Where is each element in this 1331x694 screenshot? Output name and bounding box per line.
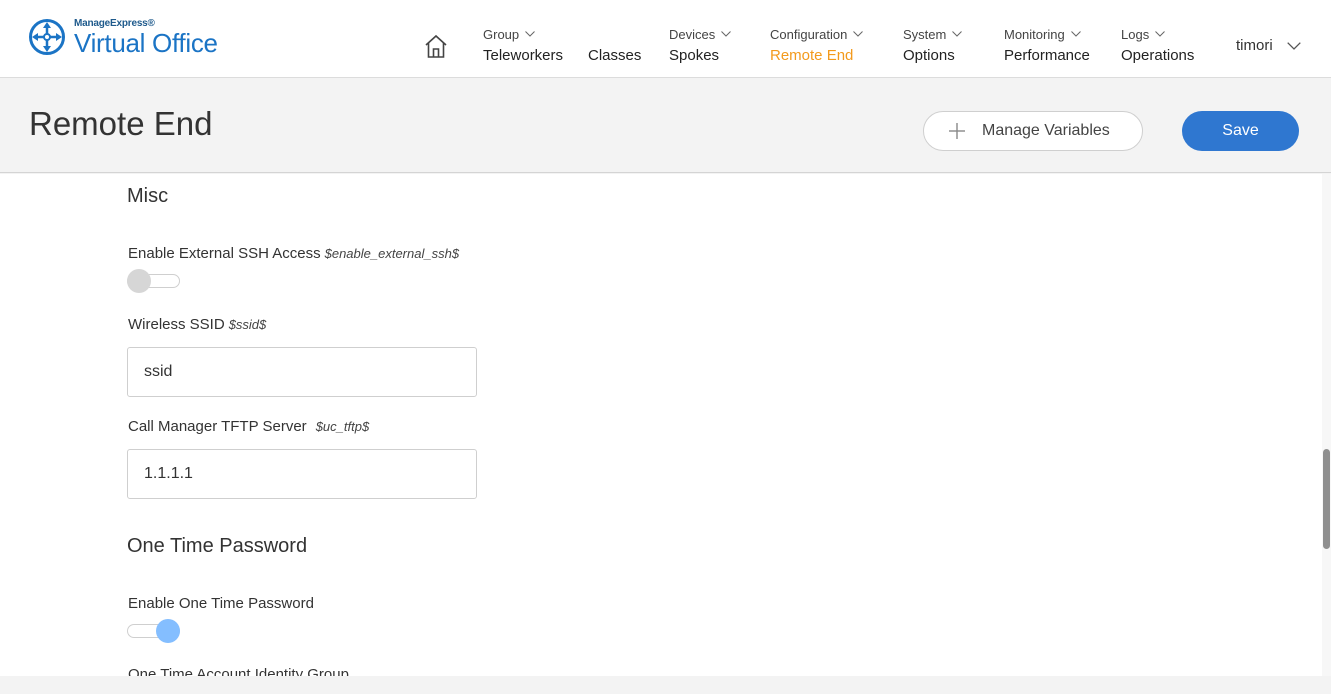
enable-otp-toggle[interactable]: [127, 619, 181, 643]
chevron-down-icon: [1286, 41, 1301, 50]
nav-performance-label: Performance: [1004, 47, 1090, 64]
chevron-down-icon: [952, 31, 963, 37]
scrollbar-thumb[interactable]: [1323, 449, 1330, 549]
nav-devices-label: Devices: [669, 26, 716, 42]
nav-group-teleworkers[interactable]: Group Teleworkers: [483, 26, 564, 65]
manage-variables-label: Manage Variables: [982, 122, 1110, 139]
nav-group-label: Group: [483, 26, 520, 42]
ssh-access-label: Enable External SSH Access $enable_extern…: [128, 245, 459, 262]
nav-remote-end-label: Remote End: [770, 47, 854, 64]
section-title-misc: Misc: [127, 185, 169, 207]
section-title-one-time-password: One Time Password: [127, 535, 308, 557]
chevron-down-icon: [721, 31, 732, 37]
page-title: Remote End: [29, 105, 213, 142]
nav-classes[interactable]: Classes: [588, 26, 641, 64]
tftp-server-input[interactable]: [127, 449, 477, 499]
nav-system-label: System: [903, 26, 947, 42]
brand-name: Virtual Office: [74, 27, 218, 58]
wireless-ssid-label: Wireless SSID $ssid$: [128, 316, 266, 333]
chevron-down-icon: [525, 31, 535, 37]
identity-group-label: One Time Account Identity Group: [128, 666, 349, 676]
nav-operations-label: Operations: [1121, 47, 1195, 64]
nav-logs-label: Logs: [1121, 26, 1150, 42]
ssh-access-toggle[interactable]: [127, 269, 181, 293]
ssh-access-label-text: Enable External SSH Access: [128, 245, 321, 262]
manage-variables-button[interactable]: Manage Variables: [923, 111, 1143, 151]
nav-spokes-label: Spokes: [669, 47, 720, 64]
nav-system-options[interactable]: System Options: [903, 26, 963, 64]
save-button[interactable]: Save: [1182, 111, 1299, 151]
tftp-server-label-text: Call Manager TFTP Server: [128, 418, 307, 435]
brand-small-text: ManageExpress®: [74, 17, 155, 29]
page-header: Remote End Manage Variables Save: [0, 79, 1331, 173]
vertical-scrollbar[interactable]: [1322, 174, 1331, 676]
wireless-ssid-variable: $ssid$: [228, 317, 267, 332]
nav-configuration-remote-end[interactable]: Configuration Remote End: [770, 26, 864, 64]
brand-logo[interactable]: ManageExpress® Virtual Office: [28, 18, 218, 56]
logo-compass-icon: [29, 19, 65, 55]
wireless-ssid-label-text: Wireless SSID: [128, 316, 225, 333]
nav-configuration-label: Configuration: [770, 26, 848, 42]
bottom-strip: [0, 676, 1331, 694]
user-menu[interactable]: timori: [1236, 37, 1301, 54]
user-name: timori: [1236, 37, 1273, 54]
chevron-down-icon: [1070, 31, 1081, 37]
nav-classes-label: Classes: [588, 47, 642, 64]
plus-icon: [949, 123, 965, 139]
tftp-server-variable: $uc_tftp$: [315, 419, 370, 434]
ssh-access-variable: $enable_external_ssh$: [324, 246, 460, 261]
enable-otp-label: Enable One Time Password: [128, 595, 314, 612]
nav-logs-operations[interactable]: Logs Operations: [1121, 26, 1195, 65]
chevron-down-icon: [853, 31, 864, 37]
wireless-ssid-input[interactable]: [127, 347, 477, 397]
top-navigation-bar: ManageExpress® Virtual Office Group Tele…: [0, 0, 1331, 78]
nav-devices-spokes[interactable]: Devices Spokes: [669, 26, 732, 64]
nav-monitoring-label: Monitoring: [1004, 26, 1065, 42]
chevron-down-icon: [1155, 31, 1166, 37]
nav-monitoring-performance[interactable]: Monitoring Performance: [1004, 26, 1090, 65]
nav-options-label: Options: [903, 47, 955, 64]
home-icon[interactable]: [424, 33, 448, 59]
nav-teleworkers-label: Teleworkers: [483, 47, 564, 64]
tftp-server-label: Call Manager TFTP Server $uc_tftp$: [128, 418, 369, 435]
settings-form: Misc Enable External SSH Access $enable_e…: [0, 174, 1322, 676]
